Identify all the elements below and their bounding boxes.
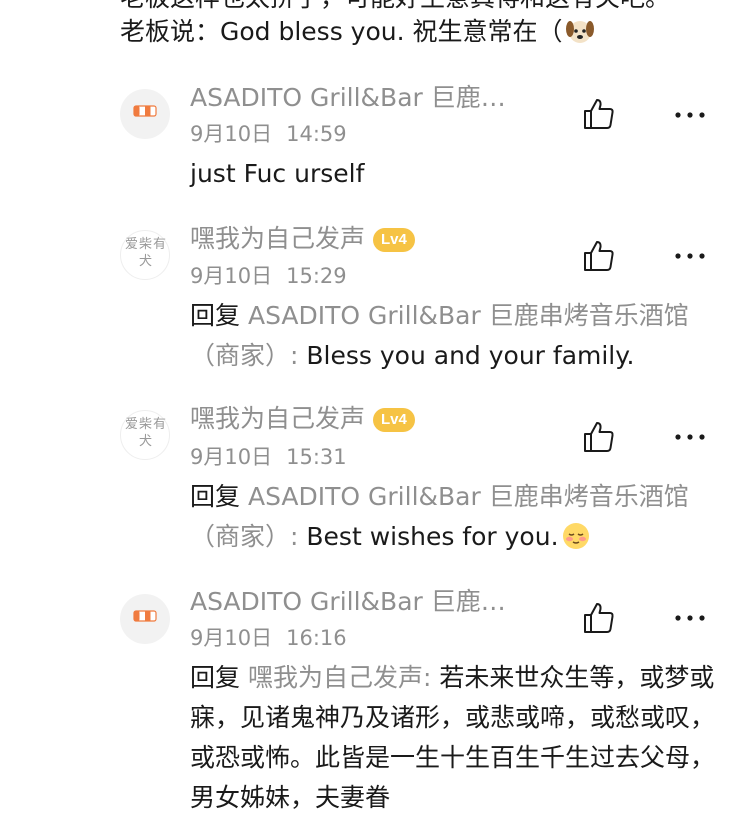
thumbs-up-icon[interactable] <box>582 601 616 635</box>
reply-label: 回复 <box>190 482 241 511</box>
comment-date: 9月10日 <box>190 626 273 650</box>
comment-timestamp: 9月10日 14:59 <box>190 120 347 148</box>
avatar-calligraphy: 爱柴有犬 <box>125 237 168 269</box>
reply-text: Bless you and your family. <box>306 341 635 370</box>
commenter-name-text: 嘿我为自己发声 <box>190 224 366 253</box>
more-dots-icon[interactable] <box>673 109 707 121</box>
more-dots-icon[interactable] <box>673 612 707 624</box>
blushing-face-emoji <box>562 523 589 549</box>
comment-timestamp: 9月10日 15:31 <box>190 443 347 471</box>
reply-target[interactable]: 嘿我为自己发声: <box>248 663 431 692</box>
reply-text: Best wishes for you. <box>306 522 559 551</box>
comment-text: 回复 ASADITO Grill&Bar 巨鹿串烤音乐酒馆（商家）: Bless… <box>190 296 720 376</box>
thumbs-up-icon[interactable] <box>582 97 616 131</box>
comment-time: 14:59 <box>286 122 347 146</box>
comment-text: 回复 ASADITO Grill&Bar 巨鹿串烤音乐酒馆（商家）: Best … <box>190 477 720 557</box>
user-avatar[interactable]: 爱柴有犬 <box>120 410 170 460</box>
commenter-name[interactable]: ASADITO Grill&Bar 巨鹿… <box>190 586 506 618</box>
commenter-name-text: 嘿我为自己发声 <box>190 404 366 433</box>
store-awning-icon <box>133 105 157 117</box>
dog-face-emoji <box>565 21 594 43</box>
comment-text: just Fuc urself <box>190 159 365 188</box>
commenter-name[interactable]: 嘿我为自己发声 Lv4 <box>190 403 415 435</box>
reply-label: 回复 <box>190 301 241 330</box>
level-badge: Lv4 <box>373 228 415 252</box>
comment-date: 9月10日 <box>190 122 273 146</box>
comment-timestamp: 9月10日 16:16 <box>190 624 347 652</box>
thumbs-up-icon[interactable] <box>582 420 616 454</box>
merchant-avatar[interactable] <box>120 594 170 644</box>
comment-timestamp: 9月10日 15:29 <box>190 262 347 290</box>
reply-label: 回复 <box>190 663 241 692</box>
comment-date: 9月10日 <box>190 264 273 288</box>
merchant-avatar[interactable] <box>120 89 170 139</box>
previous-comment-text: 老板说：God bless you. 祝生意常在（ <box>120 17 563 46</box>
comment-text: 回复 嘿我为自己发声: 若未来世众生等，或梦或寐，见诸鬼神乃及诸形，或悲或啼，或… <box>190 658 720 818</box>
commenter-name[interactable]: ASADITO Grill&Bar 巨鹿… <box>190 82 506 114</box>
comment-date: 9月10日 <box>190 445 273 469</box>
comment-time: 16:16 <box>286 626 347 650</box>
more-dots-icon[interactable] <box>673 431 707 443</box>
level-badge: Lv4 <box>373 408 415 432</box>
comment-time: 15:29 <box>286 264 347 288</box>
user-avatar[interactable]: 爱柴有犬 <box>120 230 170 280</box>
avatar-calligraphy: 爱柴有犬 <box>125 417 168 449</box>
previous-comment-last-line: 老板说：God bless you. 祝生意常在（ <box>120 12 720 52</box>
more-dots-icon[interactable] <box>673 250 707 262</box>
store-awning-icon <box>133 610 157 622</box>
commenter-name[interactable]: 嘿我为自己发声 Lv4 <box>190 223 415 255</box>
thumbs-up-icon[interactable] <box>582 239 616 273</box>
comment-time: 15:31 <box>286 445 347 469</box>
